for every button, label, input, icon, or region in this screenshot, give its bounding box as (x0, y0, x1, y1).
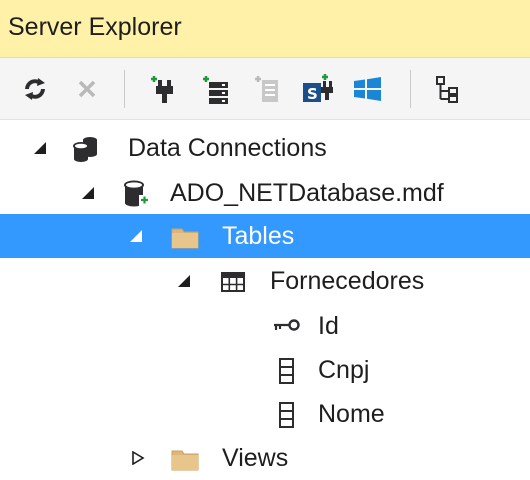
tree-item-label: Cnpj (318, 356, 370, 384)
tree-item-label: Nome (318, 400, 385, 428)
connect-to-database-icon[interactable] (146, 72, 180, 106)
connect-to-server-icon[interactable] (198, 72, 232, 106)
folder-icon (170, 222, 200, 252)
refresh-icon[interactable] (18, 72, 52, 106)
tree-item-label: ADO_NETDatabase.mdf (170, 179, 444, 207)
database-icon (122, 179, 152, 209)
tree-item-database[interactable]: ADO_NETDatabase.mdf (0, 171, 530, 215)
tree-item-column-nome[interactable]: Nome (0, 392, 530, 436)
tree-item-label: Tables (222, 222, 295, 250)
table-icon (219, 267, 249, 297)
windows-azure-icon[interactable] (350, 72, 384, 106)
tree-item-column-id[interactable]: Id (0, 304, 530, 348)
tree-item-tables[interactable]: Tables (0, 214, 530, 258)
column-icon (272, 356, 302, 386)
toolbar-separator (124, 70, 125, 108)
primary-key-icon (272, 312, 302, 342)
stop-icon[interactable] (70, 72, 104, 106)
tree-item-column-cnpj[interactable]: Cnpj (0, 348, 530, 392)
folder-icon (170, 444, 200, 474)
title-bar: Server Explorer (0, 0, 530, 58)
tree-item-label: Data Connections (128, 134, 327, 162)
tree-item-label: Views (222, 444, 289, 472)
tree-item-label: Fornecedores (270, 267, 425, 295)
expanded-arrow-icon[interactable] (177, 274, 191, 288)
expanded-arrow-icon[interactable] (129, 229, 143, 243)
tree-item-label: Id (318, 312, 339, 340)
collapsed-arrow-icon[interactable] (131, 451, 145, 465)
toolbar: S (0, 58, 530, 120)
expanded-arrow-icon[interactable] (81, 186, 95, 200)
svg-text:S: S (307, 85, 318, 103)
panel-title: Server Explorer (8, 13, 182, 41)
data-connections-icon (70, 134, 100, 164)
expanded-arrow-icon[interactable] (33, 141, 47, 155)
tree-item-views[interactable]: Views (0, 436, 530, 480)
tree-item-data-connections[interactable]: Data Connections (0, 126, 530, 170)
tree-item-table-fornecedores[interactable]: Fornecedores (0, 259, 530, 303)
connect-to-sharepoint-icon[interactable] (250, 72, 284, 106)
class-diagram-icon[interactable] (430, 72, 464, 106)
connect-to-azure-icon[interactable]: S (300, 72, 334, 106)
column-icon (272, 400, 302, 430)
server-explorer-tree: Data Connections ADO_NETDatabase.mdf Tab… (0, 120, 530, 472)
toolbar-separator (410, 70, 411, 108)
